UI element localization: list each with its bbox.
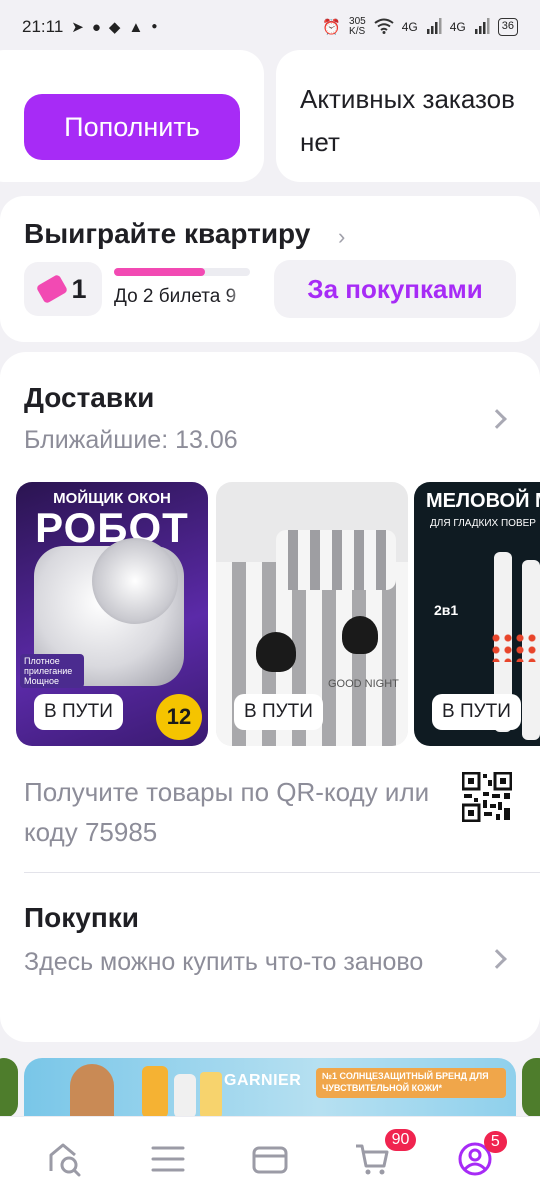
cat-print-2 bbox=[342, 616, 378, 654]
ticket-progress-bar bbox=[114, 268, 250, 276]
ticket-count: 1 bbox=[71, 273, 87, 304]
delivery-item[interactable]: МОЙЩИК ОКОН РОБОТ Плотное прилегание Мощ… bbox=[16, 482, 208, 746]
ticket-counter: 1 bbox=[24, 262, 102, 316]
warning-icon: ▲ bbox=[128, 18, 144, 36]
purchases-title[interactable]: Покупки bbox=[24, 902, 139, 934]
lottery-title[interactable]: Выиграйте квартиру bbox=[24, 218, 310, 250]
home-search-icon bbox=[49, 1143, 81, 1176]
telegram-icon: ➤ bbox=[71, 18, 84, 36]
network-2: 4G bbox=[449, 20, 466, 34]
qr-code-icon[interactable] bbox=[461, 771, 513, 823]
promo-banner[interactable]: GARNIER №1 СОЛНЦЕЗАЩИТНЫЙ БРЕНД ДЛЯ ЧУВС… bbox=[24, 1058, 516, 1118]
deliveries-subtitle: Ближайшие: 13.06 bbox=[24, 426, 238, 454]
ticket-progress-text: До 2 билета 9 bbox=[114, 286, 250, 308]
section-divider bbox=[24, 872, 540, 873]
nav-home[interactable] bbox=[33, 1127, 97, 1191]
battery-indicator: 36 bbox=[497, 18, 518, 36]
promo-banner-carousel[interactable]: GARNIER №1 СОЛНЦЕЗАЩИТНЫЙ БРЕНД ДЛЯ ЧУВС… bbox=[0, 1058, 540, 1118]
wallet-card: Пополнить bbox=[0, 50, 264, 182]
product-subheader: ДЛЯ ГЛАДКИХ ПОВЕР bbox=[430, 518, 536, 529]
dot-icon: ● bbox=[151, 21, 158, 32]
product-tag: Плотное прилегание Мощное bbox=[20, 654, 84, 688]
alarm-icon: ⏰ bbox=[322, 18, 342, 36]
nav-cart[interactable]: 90 bbox=[340, 1127, 417, 1191]
lottery-card: Выиграйте квартиру 1 До 2 билета 9 За по… bbox=[0, 196, 540, 342]
nav-catalog[interactable] bbox=[136, 1127, 200, 1191]
promo-badge-text: №1 СОЛНЦЕЗАЩИТНЫЙ БРЕНД ДЛЯ ЧУВСТВИТЕЛЬН… bbox=[316, 1068, 506, 1098]
product-header: МЕЛОВОЙ М bbox=[426, 490, 540, 512]
wallet-icon bbox=[252, 1146, 288, 1173]
network-1: 4G bbox=[401, 20, 418, 34]
purchases-subtitle: Здесь можно купить что-то заново bbox=[24, 948, 424, 976]
status-time: 21:11 bbox=[22, 17, 64, 36]
pillow bbox=[276, 530, 396, 590]
deliveries-chevron-icon[interactable] bbox=[487, 409, 507, 429]
orders-card[interactable]: Активных заказов нет bbox=[276, 50, 540, 182]
nav-wallet[interactable] bbox=[238, 1127, 302, 1191]
person-image bbox=[70, 1064, 114, 1118]
wifi-icon bbox=[374, 18, 394, 37]
marker-label: 2в1 bbox=[434, 602, 459, 618]
delivery-item[interactable]: GOOD NIGHT В ПУТИ bbox=[216, 482, 408, 746]
in-transit-badge: В ПУТИ bbox=[432, 694, 521, 730]
chat-icon: ● bbox=[91, 18, 101, 36]
brand-logo: GARNIER bbox=[224, 1072, 302, 1089]
sunscreen-bottle bbox=[142, 1066, 168, 1118]
warranty-seal-icon: 12 bbox=[156, 694, 202, 740]
promo-banner-next[interactable] bbox=[522, 1058, 540, 1118]
no-active-orders-text: Активных заказов нет bbox=[300, 84, 515, 157]
delivery-items-carousel[interactable]: МОЙЩИК ОКОН РОБОТ Плотное прилегание Мощ… bbox=[16, 482, 540, 746]
network-speed: 305 K/S bbox=[349, 16, 366, 37]
go-shopping-button[interactable]: За покупками bbox=[274, 260, 516, 318]
lottery-chevron-icon[interactable]: › bbox=[338, 224, 345, 250]
delivery-item[interactable]: МЕЛОВОЙ М ДЛЯ ГЛАДКИХ ПОВЕР 2в1 В ПУТИ bbox=[414, 482, 540, 746]
cat-print bbox=[256, 632, 296, 672]
signal-icon-2 bbox=[474, 17, 490, 37]
ticket-progress-fill bbox=[114, 268, 206, 276]
ticket-icon bbox=[36, 273, 69, 305]
signal-icon bbox=[426, 17, 442, 37]
cart-count-badge: 90 bbox=[384, 1128, 417, 1151]
robot-disc bbox=[92, 538, 178, 624]
deliveries-title[interactable]: Доставки bbox=[24, 382, 154, 414]
chat-bubbles-icon: ◆ bbox=[108, 18, 121, 36]
in-transit-badge: В ПУТИ bbox=[34, 694, 123, 730]
topup-button[interactable]: Пополнить bbox=[24, 94, 240, 160]
profile-notification-badge: 5 bbox=[483, 1130, 507, 1153]
purchases-chevron-icon[interactable] bbox=[487, 949, 507, 969]
promo-banner-prev[interactable] bbox=[0, 1058, 18, 1118]
bedding-print-text: GOOD NIGHT bbox=[328, 678, 399, 690]
in-transit-badge: В ПУТИ bbox=[234, 694, 323, 730]
sunscreen-tube bbox=[174, 1074, 196, 1118]
cart-icon bbox=[356, 1144, 389, 1174]
menu-icon bbox=[151, 1146, 185, 1171]
bottom-navigation: 90 5 bbox=[0, 1116, 540, 1200]
marker-dots bbox=[490, 632, 540, 662]
qr-instructions: Получите товары по QR-коду или коду 7598… bbox=[24, 777, 430, 847]
deliveries-card: Доставки Ближайшие: 13.06 МОЙЩИК ОКОН РО… bbox=[0, 352, 540, 1042]
sunscreen-box bbox=[200, 1072, 222, 1118]
nav-profile[interactable]: 5 bbox=[443, 1127, 507, 1191]
status-bar: 21:11 ➤ ● ◆ ▲ ● ⏰ 305 K/S 4G 4G 36 bbox=[0, 0, 540, 54]
